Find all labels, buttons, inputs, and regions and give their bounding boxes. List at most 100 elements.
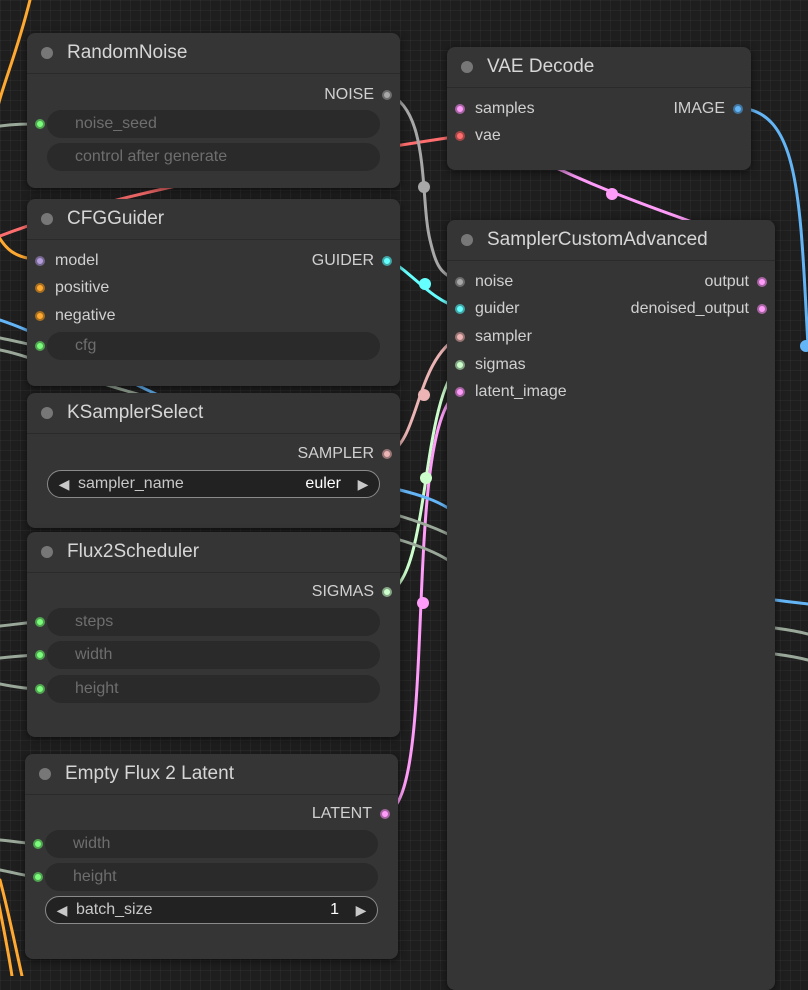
node-header[interactable]: RandomNoise bbox=[27, 33, 400, 74]
wire-cross-6 bbox=[773, 652, 808, 662]
collapse-toggle[interactable] bbox=[41, 407, 53, 419]
input-slot-model[interactable]: model bbox=[35, 249, 99, 273]
combo-label: batch_size bbox=[76, 901, 153, 918]
input-label: samples bbox=[475, 100, 535, 117]
collapse-toggle[interactable] bbox=[41, 47, 53, 59]
combo-left-arrow-icon[interactable]: ◀ bbox=[54, 902, 70, 919]
input-slot-samples[interactable]: samples bbox=[455, 97, 535, 121]
combo-right-arrow-icon[interactable]: ▶ bbox=[355, 476, 371, 493]
widget-input-slot[interactable] bbox=[33, 839, 43, 849]
height-widget[interactable]: height bbox=[47, 675, 380, 703]
slot-dot[interactable] bbox=[455, 131, 465, 141]
node-ksampler-select[interactable]: KSamplerSelect SAMPLER ◀ sampler_name eu… bbox=[27, 393, 400, 528]
input-slot-positive[interactable]: positive bbox=[35, 276, 109, 300]
output-slot-image[interactable]: IMAGE bbox=[673, 97, 743, 121]
node-flux2-scheduler[interactable]: Flux2Scheduler SIGMAS steps width height bbox=[27, 532, 400, 737]
batch-size-combo[interactable]: ◀ batch_size 1 ▶ bbox=[45, 896, 378, 924]
slot-dot[interactable] bbox=[382, 256, 392, 266]
node-title: CFGGuider bbox=[67, 208, 165, 229]
collapse-toggle[interactable] bbox=[461, 61, 473, 73]
slot-dot[interactable] bbox=[455, 332, 465, 342]
slot-dot[interactable] bbox=[455, 387, 465, 397]
output-slot-sampler[interactable]: SAMPLER bbox=[298, 442, 392, 466]
slot-dot[interactable] bbox=[382, 449, 392, 459]
node-header[interactable]: Flux2Scheduler bbox=[27, 532, 400, 573]
collapse-toggle[interactable] bbox=[41, 546, 53, 558]
slot-dot[interactable] bbox=[733, 104, 743, 114]
node-empty-flux2-latent[interactable]: Empty Flux 2 Latent LATENT width height … bbox=[25, 754, 398, 959]
widget-input-slot[interactable] bbox=[35, 119, 45, 129]
slot-dot[interactable] bbox=[757, 304, 767, 314]
input-slot-noise[interactable]: noise bbox=[455, 270, 513, 294]
wire-cross-4 bbox=[773, 598, 808, 606]
node-cfg-guider[interactable]: CFGGuider model GUIDER positive negative… bbox=[27, 199, 400, 386]
control-after-generate-widget[interactable]: control after generate bbox=[47, 143, 380, 171]
node-header[interactable]: VAE Decode bbox=[447, 47, 751, 88]
widget-input-slot[interactable] bbox=[35, 650, 45, 660]
output-slot-noise[interactable]: NOISE bbox=[324, 83, 392, 107]
output-slot-sigmas[interactable]: SIGMAS bbox=[312, 580, 392, 604]
slot-dot[interactable] bbox=[35, 283, 45, 293]
input-slot-vae[interactable]: vae bbox=[455, 124, 501, 148]
width-widget[interactable]: width bbox=[47, 641, 380, 669]
node-vae-decode[interactable]: VAE Decode samples IMAGE vae bbox=[447, 47, 751, 170]
slot-dot[interactable] bbox=[35, 256, 45, 266]
output-label: IMAGE bbox=[673, 100, 725, 117]
combo-left-arrow-icon[interactable]: ◀ bbox=[56, 476, 72, 493]
widget-input-slot[interactable] bbox=[35, 341, 45, 351]
output-label: denoised_output bbox=[630, 300, 749, 317]
sampler-name-combo[interactable]: ◀ sampler_name euler ▶ bbox=[47, 470, 380, 498]
wire-midpoint-noise bbox=[418, 181, 430, 193]
combo-label: sampler_name bbox=[78, 475, 184, 492]
collapse-toggle[interactable] bbox=[461, 234, 473, 246]
collapse-toggle[interactable] bbox=[41, 213, 53, 225]
input-label: latent_image bbox=[475, 383, 567, 400]
slot-dot[interactable] bbox=[757, 277, 767, 287]
widget-input-slot[interactable] bbox=[33, 872, 43, 882]
output-label: NOISE bbox=[324, 86, 374, 103]
widget-input-slot[interactable] bbox=[35, 617, 45, 627]
noise-seed-widget[interactable]: noise_seed bbox=[47, 110, 380, 138]
slot-dot[interactable] bbox=[35, 311, 45, 321]
width-widget[interactable]: width bbox=[45, 830, 378, 858]
slot-dot[interactable] bbox=[382, 90, 392, 100]
slot-dot[interactable] bbox=[455, 304, 465, 314]
input-label: guider bbox=[475, 300, 520, 317]
input-slot-guider[interactable]: guider bbox=[455, 297, 519, 321]
collapse-toggle[interactable] bbox=[39, 768, 51, 780]
wire-cross-5 bbox=[773, 626, 808, 636]
node-sampler-custom-advanced[interactable]: SamplerCustomAdvanced noise output guide… bbox=[447, 220, 775, 990]
input-slot-negative[interactable]: negative bbox=[35, 304, 116, 328]
node-header[interactable]: SamplerCustomAdvanced bbox=[447, 220, 775, 261]
height-widget[interactable]: height bbox=[45, 863, 378, 891]
input-label: vae bbox=[475, 127, 501, 144]
widget-input-slot[interactable] bbox=[35, 684, 45, 694]
output-slot-latent[interactable]: LATENT bbox=[312, 802, 390, 826]
output-label: GUIDER bbox=[311, 252, 374, 269]
input-label: negative bbox=[55, 307, 116, 324]
combo-right-arrow-icon[interactable]: ▶ bbox=[353, 902, 369, 919]
slot-dot[interactable] bbox=[455, 104, 465, 114]
output-slot-denoised-output[interactable]: denoised_output bbox=[631, 297, 767, 321]
output-slot-output[interactable]: output bbox=[705, 270, 767, 294]
output-label: SAMPLER bbox=[297, 445, 374, 462]
output-slot-guider[interactable]: GUIDER bbox=[312, 249, 392, 273]
slot-dot[interactable] bbox=[455, 360, 465, 370]
node-header[interactable]: CFGGuider bbox=[27, 199, 400, 240]
cfg-widget[interactable]: cfg bbox=[47, 332, 380, 360]
slot-dot[interactable] bbox=[382, 587, 392, 597]
input-slot-sigmas[interactable]: sigmas bbox=[455, 353, 526, 377]
combo-value: 1 bbox=[330, 901, 339, 918]
node-header[interactable]: Empty Flux 2 Latent bbox=[25, 754, 398, 795]
wire-midpoint-sampler bbox=[418, 389, 430, 401]
node-random-noise[interactable]: RandomNoise NOISE noise_seed control aft… bbox=[27, 33, 400, 188]
steps-widget[interactable]: steps bbox=[47, 608, 380, 636]
slot-dot[interactable] bbox=[455, 277, 465, 287]
input-label: model bbox=[55, 252, 99, 269]
wire-midpoint-guider bbox=[419, 278, 431, 290]
node-header[interactable]: KSamplerSelect bbox=[27, 393, 400, 434]
input-slot-sampler[interactable]: sampler bbox=[455, 325, 532, 349]
slot-dot[interactable] bbox=[380, 809, 390, 819]
output-label: SIGMAS bbox=[311, 583, 374, 600]
input-slot-latent-image[interactable]: latent_image bbox=[455, 380, 567, 404]
